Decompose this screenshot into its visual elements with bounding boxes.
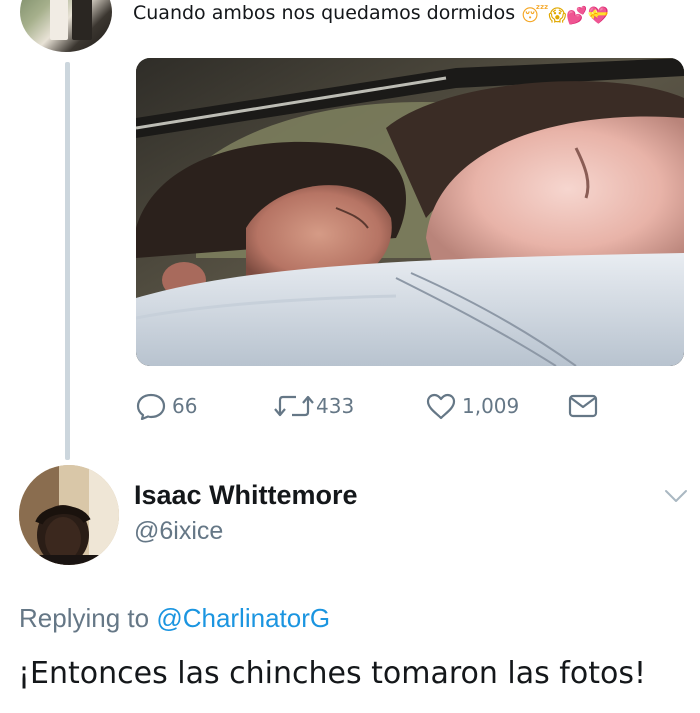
- retweet-action[interactable]: 433: [272, 392, 354, 420]
- reply-author-handle[interactable]: @6ixice: [134, 517, 223, 546]
- replying-to-label: Replying to: [19, 603, 150, 633]
- thread-connector-line: [65, 62, 70, 460]
- heart-with-ribbon-icon: 💝: [587, 6, 609, 26]
- avatar-photo: [19, 465, 119, 565]
- tweet-photo[interactable]: [136, 58, 684, 366]
- reply-author-name[interactable]: Isaac Whittemore: [134, 480, 358, 511]
- chevron-down-icon: [665, 490, 687, 502]
- screaming-face-icon: 😱: [548, 6, 567, 26]
- like-count: 1,009: [462, 394, 520, 418]
- reply-author-avatar[interactable]: [19, 465, 119, 565]
- like-action[interactable]: 1,009: [426, 392, 519, 420]
- original-author-avatar[interactable]: [20, 0, 112, 52]
- tweet-action-bar: 66 433 1,009: [136, 392, 616, 420]
- original-tweet-body: Cuando ambos nos quedamos dormidos: [133, 2, 516, 24]
- replying-to-mention-link[interactable]: @CharlinatorG: [156, 603, 330, 633]
- sleeping-face-icon: 😴: [521, 6, 549, 26]
- message-icon: [568, 394, 598, 418]
- like-icon: [426, 393, 456, 420]
- replying-to-line: Replying to @CharlinatorG: [19, 603, 330, 634]
- retweet-icon: [274, 395, 314, 417]
- original-tweet-text: Cuando ambos nos quedamos dormidos 😴😱💕💝: [133, 2, 609, 25]
- reply-count: 66: [172, 394, 198, 418]
- two-hearts-icon: 💕: [566, 6, 588, 26]
- avatar-figure-right: [72, 0, 92, 40]
- avatar-figure-left: [50, 0, 68, 40]
- direct-message-action[interactable]: [568, 392, 598, 420]
- retweet-count: 433: [316, 394, 355, 418]
- reply-tweet-text: ¡Entonces las chinches tomaron las fotos…: [18, 656, 646, 691]
- more-options-button[interactable]: [660, 480, 692, 512]
- reply-icon: [136, 393, 166, 420]
- reply-action[interactable]: 66: [136, 392, 197, 420]
